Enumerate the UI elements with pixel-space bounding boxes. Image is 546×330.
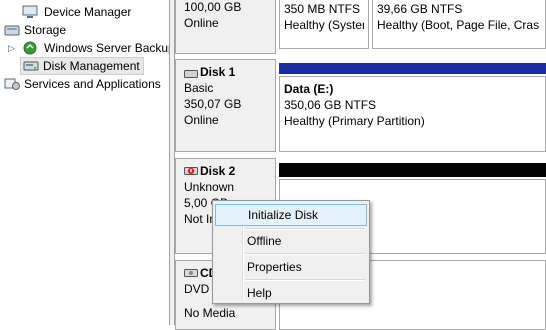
tree-item-disk-management[interactable]: Disk Management — [20, 57, 144, 75]
expand-arrow-icon[interactable]: ▷ — [8, 39, 15, 57]
menu-separator — [245, 279, 365, 281]
services-icon — [4, 77, 20, 91]
disk1-partition-bar — [279, 63, 546, 74]
disk0-label[interactable]: 100,00 GB Online — [175, 0, 276, 54]
menu-item-initialize-disk[interactable]: Initialize Disk — [215, 204, 367, 226]
console-tree: Device Manager Storage ▷ Windows Server … — [0, 0, 175, 325]
menu-item-offline[interactable]: Offline — [215, 230, 367, 252]
disk-management-icon — [23, 59, 39, 73]
menu-item-properties[interactable]: Properties — [215, 256, 367, 278]
disk1-name: Disk 1 — [184, 64, 275, 80]
disk1-data-volume[interactable]: Data (E:) 350,06 GB NTFS Healthy (Primar… — [279, 76, 546, 152]
tree-item-storage[interactable]: Storage — [4, 21, 154, 39]
storage-icon — [4, 23, 20, 37]
disk0-system-volume[interactable]: 350 MB NTFS Healthy (Syster — [279, 0, 369, 49]
disk-context-menu: Initialize Disk Offline Properties Help — [212, 200, 370, 304]
tree-item-windows-server-backup[interactable]: ▷ Windows Server Backup — [8, 39, 175, 57]
tree-item-device-manager[interactable]: Device Manager — [22, 3, 162, 21]
disk0-boot-volume[interactable]: 39,66 GB NTFS Healthy (Boot, Page File, … — [372, 0, 546, 49]
disk-icon — [184, 67, 198, 78]
cdrom-icon — [184, 267, 198, 279]
tree-item-services-and-applications[interactable]: Services and Applications — [4, 75, 169, 93]
menu-item-help[interactable]: Help — [215, 282, 367, 304]
menu-separator — [245, 253, 365, 255]
disk1-label[interactable]: Disk 1 Basic 350,07 GB Online — [175, 59, 276, 152]
device-manager-icon — [22, 5, 38, 19]
disk2-unallocated-bar — [279, 163, 546, 177]
disk-error-icon — [184, 165, 198, 177]
disk2-name: Disk 2 — [184, 163, 275, 179]
backup-icon — [22, 41, 38, 55]
